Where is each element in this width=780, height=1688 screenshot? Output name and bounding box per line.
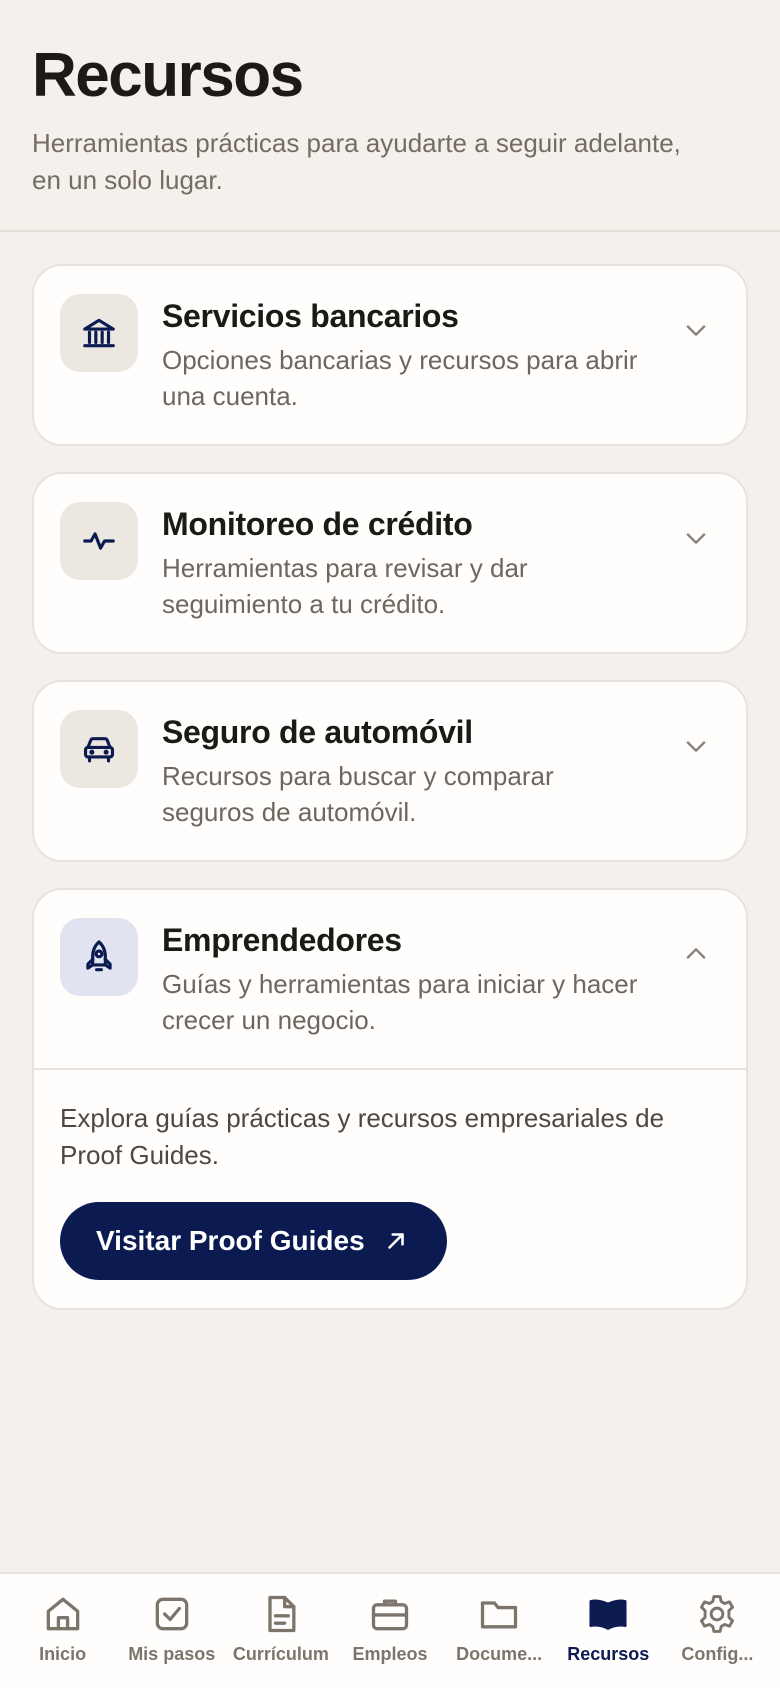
nav-item-empleos[interactable]: Empleos: [335, 1574, 444, 1688]
card-text: Servicios bancarios Opciones bancarias y…: [162, 296, 720, 414]
rocket-icon: [60, 918, 138, 996]
card-expanded-body: Explora guías prácticas y recursos empre…: [34, 1068, 746, 1308]
nav-item-mis-pasos[interactable]: Mis pasos: [117, 1574, 226, 1688]
nav-label: Empleos: [352, 1644, 428, 1664]
card-text: Seguro de automóvil Recursos para buscar…: [162, 712, 720, 830]
card-description: Recursos para buscar y comparar seguros …: [162, 761, 554, 827]
chevron-down-icon[interactable]: [676, 518, 716, 558]
book-icon: [589, 1599, 627, 1630]
card-title: Seguro de automóvil: [162, 714, 473, 750]
folder-icon: [480, 1601, 518, 1629]
bottom-nav: Inicio Mis pasos Currículum Empleos Docu…: [0, 1572, 780, 1688]
card-header-banking[interactable]: Servicios bancarios Opciones bancarias y…: [34, 266, 746, 444]
nav-item-inicio[interactable]: Inicio: [8, 1574, 117, 1688]
nav-item-curriculum[interactable]: Currículum: [226, 1574, 335, 1688]
card-header-credit[interactable]: Monitoreo de crédito Herramientas para r…: [34, 474, 746, 652]
page-header: Recursos Herramientas prácticas para ayu…: [0, 0, 780, 232]
card-description: Herramientas para revisar y dar seguimie…: [162, 553, 528, 619]
resource-card-banking: Servicios bancarios Opciones bancarias y…: [32, 264, 748, 446]
card-text: Monitoreo de crédito Herramientas para r…: [162, 504, 720, 622]
bank-icon: [60, 294, 138, 372]
nav-label: Docume...: [456, 1644, 543, 1664]
card-title: Emprendedores: [162, 922, 402, 958]
page-subtitle: Herramientas prácticas para ayudarte a s…: [32, 128, 681, 196]
nav-label: Mis pasos: [128, 1644, 216, 1664]
resource-card-credit: Monitoreo de crédito Herramientas para r…: [32, 472, 748, 654]
nav-label: Inicio: [39, 1644, 87, 1664]
card-title: Servicios bancarios: [162, 298, 459, 334]
card-description: Opciones bancarias y recursos para abrir…: [162, 345, 638, 411]
pulse-icon: [60, 502, 138, 580]
nav-label: Currículum: [232, 1644, 329, 1664]
nav-label: Config...: [681, 1644, 754, 1664]
nav-label: Recursos: [567, 1644, 650, 1664]
nav-item-documentos[interactable]: Docume...: [445, 1574, 554, 1688]
resource-card-entrepreneurs: Emprendedores Guías y herramientas para …: [32, 888, 748, 1310]
home-icon: [46, 1597, 79, 1631]
checkbox-icon: [155, 1597, 189, 1631]
card-body-text: Explora guías prácticas y recursos empre…: [60, 1103, 665, 1170]
card-header-auto-insurance[interactable]: Seguro de automóvil Recursos para buscar…: [34, 682, 746, 860]
resources-screen: Recursos Herramientas prácticas para ayu…: [0, 0, 780, 1688]
resource-card-auto-insurance: Seguro de automóvil Recursos para buscar…: [32, 680, 748, 862]
car-icon: [60, 710, 138, 788]
external-link-icon: [387, 1233, 404, 1249]
nav-item-configuracion[interactable]: Config...: [663, 1574, 772, 1688]
card-description: Guías y herramientas para iniciar y hace…: [162, 969, 638, 1035]
page-title: Recursos: [32, 41, 304, 110]
button-label: Visitar Proof Guides: [96, 1225, 365, 1256]
gear-icon: [700, 1595, 735, 1633]
visit-proof-guides-button[interactable]: Visitar Proof Guides: [60, 1202, 447, 1280]
nav-item-recursos[interactable]: Recursos: [554, 1574, 663, 1688]
briefcase-icon: [371, 1599, 409, 1631]
card-header-entrepreneurs[interactable]: Emprendedores Guías y herramientas para …: [34, 890, 746, 1068]
resource-list: Servicios bancarios Opciones bancarias y…: [0, 232, 780, 1310]
chevron-down-icon[interactable]: [676, 310, 716, 350]
chevron-down-icon[interactable]: [676, 726, 716, 766]
chevron-up-icon[interactable]: [676, 934, 716, 974]
card-text: Emprendedores Guías y herramientas para …: [162, 920, 720, 1038]
card-title: Monitoreo de crédito: [162, 506, 473, 542]
document-icon: [268, 1595, 296, 1633]
